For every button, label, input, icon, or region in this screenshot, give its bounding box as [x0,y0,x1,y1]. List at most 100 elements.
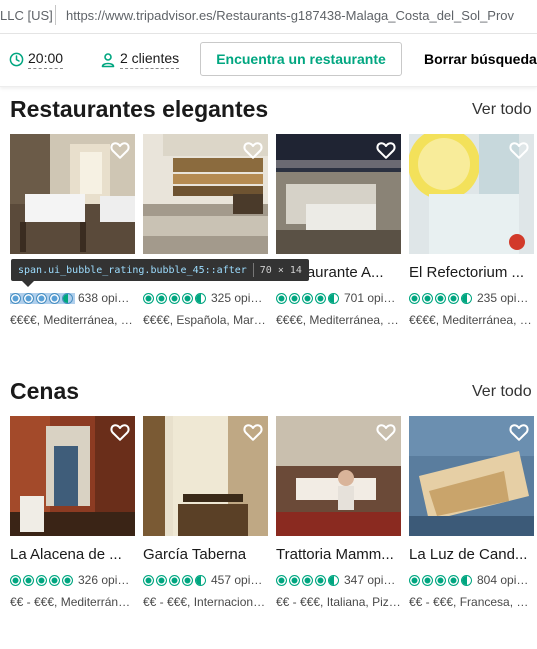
rating-bubble [422,574,433,586]
heart-icon[interactable] [242,421,264,443]
bubble-rating [10,574,75,586]
rating-bubble [315,574,326,586]
rating-bubble [169,574,180,586]
guests-selector[interactable]: 2 clientes [100,50,180,69]
css-selector: span.ui_bubble_rating.bubble_45::after [18,264,247,276]
bubble-rating [276,292,341,304]
rating-bubble [156,292,167,304]
heart-icon[interactable] [109,421,131,443]
rating-bubble [302,292,313,304]
search-toolbar: 20:00 2 clientes Encuentra un restaurant… [0,34,537,87]
restaurant-name[interactable]: La Alacena de ... [10,546,135,563]
cuisine-info: €€ - €€€, Mediterránea, Española [10,595,135,609]
rating-bubble [36,574,47,586]
rating-bubble [195,574,206,586]
rating-row: 701 opiniones [276,291,401,305]
rating-row: 235 opiniones [409,291,534,305]
time-value[interactable]: 20:00 [28,50,64,69]
review-count[interactable]: 457 opiniones [211,573,268,587]
rating-row: 347 opiniones [276,573,401,587]
rating-bubble [435,292,446,304]
rating-row: 804 opiniones [409,573,534,587]
rating-row: 457 opiniones [143,573,268,587]
rating-bubble [169,292,180,304]
rating-bubble [49,574,60,586]
review-count[interactable]: 235 opiniones [477,291,534,305]
find-restaurant-button[interactable]: Encuentra un restaurante [200,42,402,76]
cuisine-info: €€ - €€€, Francesa, Europea [409,595,534,609]
heart-icon[interactable] [508,421,530,443]
cuisine-info: €€€€, Mediterránea, Española [10,313,135,327]
section-title: Restaurantes elegantes [10,96,269,122]
see-all-link[interactable]: Ver todo [472,101,532,119]
tooltip-arrow [22,281,34,287]
bubble-rating [143,292,208,304]
heart-icon[interactable] [375,421,397,443]
review-count[interactable]: 347 opiniones [344,573,401,587]
rating-bubble [289,574,300,586]
bubble-rating [276,574,341,586]
bubble-rating [143,574,208,586]
devtools-inspector-tooltip: span.ui_bubble_rating.bubble_45::after 7… [11,259,309,281]
rating-bubble [36,292,47,304]
section-title: Cenas [10,378,80,404]
rating-bubble [448,292,459,304]
address-bar-divider [55,5,56,25]
cuisine-info: €€€€, Española, Mariscos [143,313,268,327]
rating-bubble [276,292,287,304]
rating-bubble [302,574,313,586]
review-count[interactable]: 638 opiniones [78,291,135,305]
restaurant-name[interactable]: Trattoria Mamm... [276,546,401,563]
review-count[interactable]: 325 opiniones [211,291,268,305]
address-bar[interactable]: LLC [US] https://www.tripadvisor.es/Rest… [0,0,537,34]
heart-icon[interactable] [109,139,131,161]
guests-value[interactable]: 2 clientes [120,50,180,69]
time-selector[interactable]: 20:00 [9,50,64,69]
rating-bubble [289,292,300,304]
rating-bubble [182,292,193,304]
rating-bubble [461,574,472,586]
person-icon [101,52,115,67]
rating-bubble [23,574,34,586]
rating-bubble [195,292,206,304]
cuisine-info: €€€€, Mediterránea, Española [409,313,534,327]
heart-icon[interactable] [375,139,397,161]
url-text[interactable]: https://www.tripadvisor.es/Restaurants-g… [66,8,514,23]
rating-bubble [10,292,21,304]
bubble-rating [10,292,75,304]
tooltip-divider [252,263,254,277]
rating-bubble [23,292,34,304]
restaurant-name[interactable]: La Luz de Cand... [409,546,534,563]
clear-search-button[interactable]: Borrar búsqueda [424,51,537,67]
see-all-link[interactable]: Ver todo [472,383,532,401]
heart-icon[interactable] [508,139,530,161]
rating-bubble [276,574,287,586]
rating-bubble [182,574,193,586]
rating-bubble [315,292,326,304]
restaurant-name[interactable]: El Refectorium ... [409,264,534,281]
heart-icon[interactable] [242,139,264,161]
rating-bubble [448,574,459,586]
bubble-rating [409,574,474,586]
rating-bubble [143,292,154,304]
rating-bubble [49,292,60,304]
restaurant-name[interactable]: García Taberna [143,546,268,563]
review-count[interactable]: 804 opiniones [477,573,534,587]
rating-bubble [435,574,446,586]
card-row: 638 opiniones €€€€, Mediterránea, Españo… [0,134,537,334]
rating-bubble [328,574,339,586]
card-row: La Alacena de ... 326 opiniones €€ - €€€… [0,416,537,616]
review-count[interactable]: 326 opiniones [78,573,135,587]
clock-icon [9,52,24,67]
cuisine-info: €€ - €€€, Italiana, Pizza [276,595,401,609]
element-dimensions: 70 × 14 [259,264,302,276]
certificate-label[interactable]: LLC [US] [0,8,53,23]
review-count[interactable]: 701 opiniones [344,291,401,305]
rating-row: 638 opiniones [10,291,135,305]
rating-bubble [143,574,154,586]
rating-bubble [62,574,73,586]
rating-bubble [409,292,420,304]
rating-bubble [62,292,73,304]
rating-bubble [461,292,472,304]
rating-row: 325 opiniones [143,291,268,305]
